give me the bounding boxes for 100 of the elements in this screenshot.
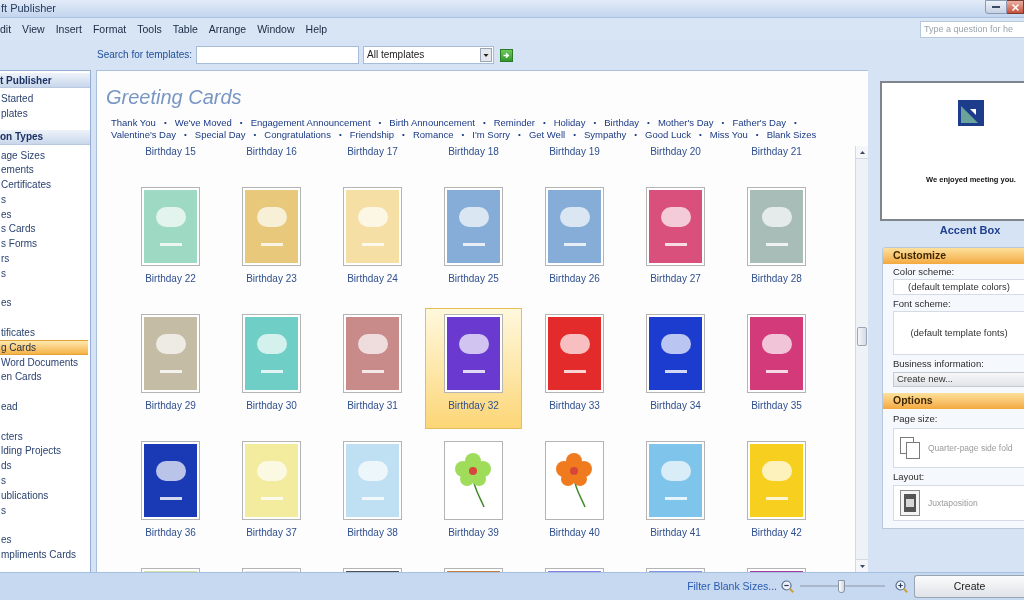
template-search-field[interactable] <box>196 46 360 64</box>
menu-item[interactable]: dit <box>0 22 12 36</box>
link-separator: • <box>518 128 521 140</box>
sidebar-item[interactable]: Started <box>0 91 90 106</box>
template-tile[interactable]: Birthday 33 <box>526 308 623 429</box>
template-tile[interactable]: Birthday 27 <box>627 181 724 302</box>
link-separator: • <box>402 128 405 140</box>
sidebar-item[interactable]: es <box>0 532 90 548</box>
template-tile[interactable]: Birthday 39 <box>425 435 522 556</box>
category-link[interactable]: Thank You <box>111 117 156 129</box>
create-button[interactable]: Create <box>914 575 1024 598</box>
category-link[interactable]: Congratulations <box>264 128 331 140</box>
sidebar-item[interactable]: lding Projects <box>0 443 90 459</box>
minimize-button[interactable] <box>985 0 1007 14</box>
template-tile[interactable]: Birthday 31 <box>324 308 421 429</box>
sidebar-item[interactable]: ds <box>0 458 90 474</box>
template-tile[interactable]: Birthday 24 <box>324 181 421 302</box>
template-tile[interactable]: Birthday 37 <box>223 435 320 556</box>
sidebar-item[interactable]: Certificates <box>0 177 90 192</box>
sidebar-item[interactable]: ements <box>0 162 90 178</box>
help-search-field[interactable]: Type a question for he <box>920 20 1024 38</box>
menu-item[interactable]: Insert <box>55 22 82 36</box>
template-tile[interactable]: Birthday 35 <box>728 308 825 429</box>
template-tile[interactable]: Birthday 23 <box>223 181 320 302</box>
menu-item[interactable]: Format <box>92 22 127 36</box>
menu-item[interactable]: Tools <box>137 22 162 36</box>
template-tile[interactable]: Birthday 28 <box>728 181 825 302</box>
category-link[interactable]: Romance <box>412 128 454 140</box>
sidebar-item[interactable]: es <box>0 206 90 222</box>
sidebar-item[interactable]: ead <box>0 399 90 414</box>
template-tile[interactable]: Birthday 40 <box>526 435 623 556</box>
template-tile[interactable]: Birthday 38 <box>324 435 421 556</box>
menu-item[interactable]: Window <box>257 22 295 36</box>
category-link[interactable]: Miss You <box>709 128 748 140</box>
sidebar-item[interactable]: s Forms <box>0 236 90 252</box>
sidebar-item[interactable]: en Cards <box>0 369 90 385</box>
zoom-in-icon[interactable] <box>895 580 908 593</box>
template-tile[interactable]: Birthday 25 <box>425 181 522 302</box>
sidebar-item[interactable]: cters <box>0 428 90 444</box>
category-link[interactable]: Father's Day <box>732 117 786 129</box>
category-link[interactable]: Engagement Announcement <box>250 117 371 129</box>
category-link[interactable]: Sympathy <box>583 128 627 140</box>
scroll-down-button[interactable] <box>856 559 868 572</box>
template-name: Birthday 18 <box>448 146 499 159</box>
category-link[interactable]: Birthday <box>604 117 640 129</box>
template-scope-dropdown[interactable]: All templates <box>363 46 495 64</box>
category-link[interactable]: I'm Sorry <box>472 128 511 140</box>
menu-item[interactable]: Arrange <box>208 22 247 36</box>
filter-link[interactable]: Filter Blank Sizes... <box>687 580 777 593</box>
business-info-dropdown[interactable]: Create new... <box>893 372 1024 387</box>
template-name: Birthday 19 <box>549 146 600 159</box>
template-tile[interactable]: Birthday 36 <box>122 435 219 556</box>
menu-item[interactable]: View <box>22 22 45 36</box>
search-go-button[interactable] <box>500 48 514 62</box>
sidebar-item[interactable]: tificates <box>0 325 90 340</box>
menu-item[interactable]: Table <box>172 22 198 36</box>
category-link[interactable]: Mother's Day <box>657 117 714 129</box>
sidebar-item[interactable]: s <box>0 502 90 518</box>
sidebar-item[interactable]: mpliments Cards <box>0 547 90 562</box>
font-scheme-field[interactable]: (default template fonts) <box>893 311 1024 355</box>
sidebar-item[interactable]: s Cards <box>0 221 90 237</box>
category-link[interactable]: Good Luck <box>645 128 691 140</box>
category-link[interactable]: Friendship <box>349 128 395 140</box>
sidebar-item[interactable]: Word Documents <box>0 354 90 370</box>
template-tile[interactable]: Birthday 34 <box>627 308 724 429</box>
sidebar-item[interactable]: rs <box>0 251 90 266</box>
scroll-up-button[interactable] <box>856 146 868 159</box>
sidebar-item[interactable]: s <box>0 473 90 488</box>
template-tile[interactable]: Birthday 32 <box>425 308 522 429</box>
sidebar-item[interactable]: ublications <box>0 487 90 503</box>
option-value: Quarter-page side fold <box>928 441 1013 455</box>
template-tile[interactable]: Birthday 30 <box>223 308 320 429</box>
category-link[interactable]: Valentine's Day <box>111 128 176 140</box>
color-scheme-field[interactable]: (default template colors) <box>893 279 1024 295</box>
zoom-slider[interactable] <box>800 580 885 593</box>
category-link[interactable]: Special Day <box>194 128 246 140</box>
sidebar-item[interactable]: s <box>0 192 90 207</box>
template-name: Birthday 33 <box>549 400 600 412</box>
zoom-out-icon[interactable] <box>781 580 794 593</box>
sidebar-item[interactable]: s <box>0 265 90 281</box>
sidebar-item[interactable]: g Cards <box>0 339 88 355</box>
menu-item[interactable]: Help <box>305 22 328 36</box>
category-link[interactable]: Get Well <box>528 128 566 140</box>
template-tile[interactable]: Birthday 41 <box>627 435 724 556</box>
template-tile[interactable]: Birthday 29 <box>122 308 219 429</box>
category-link[interactable]: We've Moved <box>174 117 232 129</box>
category-link[interactable]: Holiday <box>553 117 586 129</box>
category-link[interactable]: Birth Announcement <box>389 117 475 129</box>
template-tile[interactable]: Birthday 42 <box>728 435 825 556</box>
slider-thumb[interactable] <box>837 580 845 593</box>
close-button[interactable] <box>1007 0 1024 14</box>
sidebar-item[interactable]: es <box>0 295 90 311</box>
section-header: Options <box>883 393 1024 409</box>
category-link[interactable]: Blank Sizes <box>766 128 817 140</box>
category-link[interactable]: Reminder <box>493 117 535 129</box>
sidebar-item[interactable]: age Sizes <box>0 147 90 163</box>
sidebar-item[interactable]: plates <box>0 105 90 121</box>
scrollbar-thumb[interactable] <box>857 327 867 346</box>
template-tile[interactable]: Birthday 22 <box>122 181 219 302</box>
template-tile[interactable]: Birthday 26 <box>526 181 623 302</box>
